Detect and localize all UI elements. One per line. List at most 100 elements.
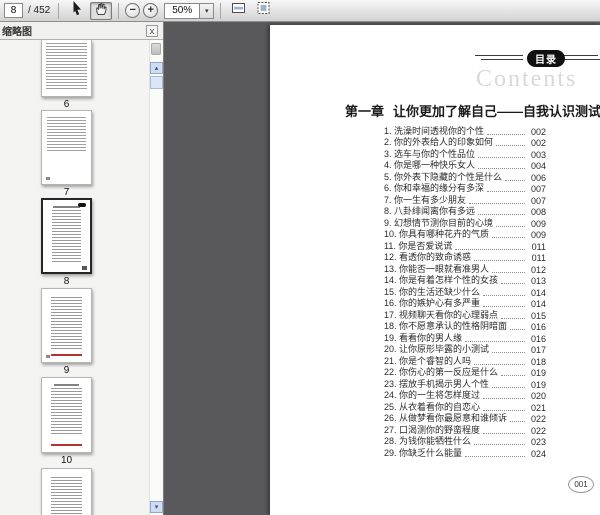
toc-dot-leader [474, 444, 525, 445]
toc-item-page: 002 [530, 138, 546, 148]
thumbnail-page-8-selected[interactable] [41, 198, 92, 274]
scrollbar-thumb[interactable] [150, 76, 163, 89]
document-page: 目录 Contents 第一章 让你更加了解自己——自我认识测试 1. 洗澡时间… [270, 25, 600, 515]
thumbnail-mark [82, 266, 87, 270]
sidebar-scrollbar[interactable]: ▴ ▾ [149, 40, 163, 515]
toc-dot-leader [510, 329, 525, 330]
toc-dot-leader [469, 202, 525, 204]
thumbnail-page-10[interactable] [41, 377, 92, 453]
toc-list: 1. 洗澡时间透视你的个性 002 2. 你的外表给人的印象如何 002 3. [384, 125, 546, 459]
zoom-dropdown-button[interactable]: ▾ [200, 2, 215, 19]
toc-item-page: 011 [531, 253, 546, 263]
toc-item-page: 009 [530, 230, 546, 240]
chapter-number: 第一章 [345, 104, 385, 119]
toc-badge: 目录 [527, 50, 565, 67]
pdf-reader-window: / 452 − + 50% ▾ [0, 0, 600, 515]
panel-title: 缩略图 [2, 27, 32, 38]
toc-dot-leader [492, 386, 525, 388]
thumbnail-text-preview [46, 43, 87, 91]
decorative-line [564, 55, 598, 56]
panel-menu-icon[interactable] [151, 43, 161, 55]
toc-item-page: 019 [530, 379, 546, 390]
toolbar-divider [220, 2, 222, 19]
thumbnail-heading-preview [54, 384, 79, 386]
folio-page-number: 001 [568, 476, 594, 493]
scroll-down-button[interactable]: ▾ [150, 501, 163, 513]
toc-item: 29. 你缺乏什么能量 024 [384, 447, 546, 459]
toc-item-page: 008 [530, 207, 546, 217]
toc-dot-leader [510, 421, 525, 422]
toc-item-page: 014 [530, 287, 546, 298]
fit-page-icon [256, 1, 271, 20]
panel-close-button[interactable]: x [146, 24, 158, 37]
page-number-input[interactable] [4, 3, 23, 18]
chevron-down-icon: ▾ [204, 7, 209, 15]
zoom-level-value[interactable]: 50% [164, 2, 201, 19]
scroll-up-button[interactable]: ▴ [150, 62, 163, 74]
thumbnail-text-preview [47, 117, 86, 151]
toc-dot-leader [501, 283, 525, 284]
mini-toc-badge [78, 203, 86, 207]
thumbnail-list: 6 7 8 9 10 ▴ ▾ [0, 40, 163, 515]
thumbnail-page-11[interactable] [41, 468, 92, 515]
chapter-heading: 第一章 让你更加了解自己——自我认识测试 [345, 101, 600, 120]
thumbnails-panel-header: 缩略图 x [0, 22, 163, 40]
toc-item-title: 29. 你缺乏什么能量 [384, 447, 463, 458]
thumbnail-text-preview [51, 297, 82, 351]
thumbnail-page-6[interactable] [41, 40, 92, 97]
fit-width-icon [231, 1, 246, 20]
toc-item-page: 007 [530, 195, 546, 206]
toc-item-page: 013 [530, 276, 546, 286]
fit-page-button[interactable] [252, 2, 274, 20]
close-icon: x [149, 25, 155, 36]
toc-item-page: 011 [531, 241, 546, 252]
toc-item-page: 022 [530, 425, 546, 436]
zoom-out-button[interactable]: − [125, 3, 141, 18]
toc-item-page: 014 [530, 299, 546, 309]
chevron-up-icon: ▴ [154, 64, 159, 72]
thumbnail-mark [46, 177, 50, 180]
toc-dot-leader [501, 375, 525, 376]
toc-dot-leader [496, 145, 525, 146]
toc-item-page: 012 [530, 264, 546, 275]
toc-item-page: 016 [530, 333, 546, 344]
main-content: 缩略图 x 6 7 8 9 10 ▴ ▾ 目录 Contents 第一章 让你更… [0, 22, 600, 515]
plus-icon: + [147, 4, 154, 16]
toc-item-page: 009 [530, 218, 546, 229]
toc-item-page: 002 [530, 126, 546, 137]
cursor-arrow-icon [70, 0, 83, 21]
thumbnail-text-preview [51, 210, 82, 262]
toc-item-page: 019 [530, 368, 546, 378]
hand-tool-button[interactable] [90, 1, 113, 21]
decorative-line [562, 59, 600, 60]
thumbnail-page-7[interactable] [41, 110, 92, 185]
toc-dot-leader [465, 455, 525, 457]
toc-page-header: 目录 [475, 50, 600, 67]
toc-dot-leader [496, 225, 525, 227]
decorative-line [481, 59, 523, 60]
chapter-title: 让你更加了解自己——自我认识测试 [393, 104, 600, 119]
thumbnail-label: 7 [63, 187, 70, 198]
hand-icon [94, 1, 109, 21]
page-total-label: / 452 [28, 5, 51, 16]
thumbnail-text-preview [51, 388, 82, 436]
toc-item-page: 021 [530, 402, 546, 413]
toc-item-page: 022 [530, 414, 546, 424]
zoom-level-control: 50% ▾ [164, 2, 215, 19]
select-tool-button[interactable] [65, 0, 87, 21]
toc-item-page: 018 [530, 356, 546, 367]
toc-item-page: 015 [530, 310, 546, 321]
thumbnail-text-preview [51, 477, 82, 515]
zoom-in-button[interactable]: + [143, 3, 159, 18]
chevron-down-icon: ▾ [154, 503, 159, 511]
contents-watermark: Contents [476, 66, 578, 92]
thumbnail-label: 8 [63, 276, 70, 287]
fit-width-button[interactable] [227, 2, 249, 20]
thumbnail-label: 9 [63, 365, 70, 376]
thumbnail-heading-preview [53, 206, 80, 208]
toc-item-page: 023 [530, 437, 546, 447]
thumbnail-red-footer [50, 354, 83, 356]
toc-item-page: 016 [530, 322, 546, 332]
thumbnail-page-9[interactable] [41, 288, 92, 363]
toc-item-page: 003 [530, 149, 546, 160]
